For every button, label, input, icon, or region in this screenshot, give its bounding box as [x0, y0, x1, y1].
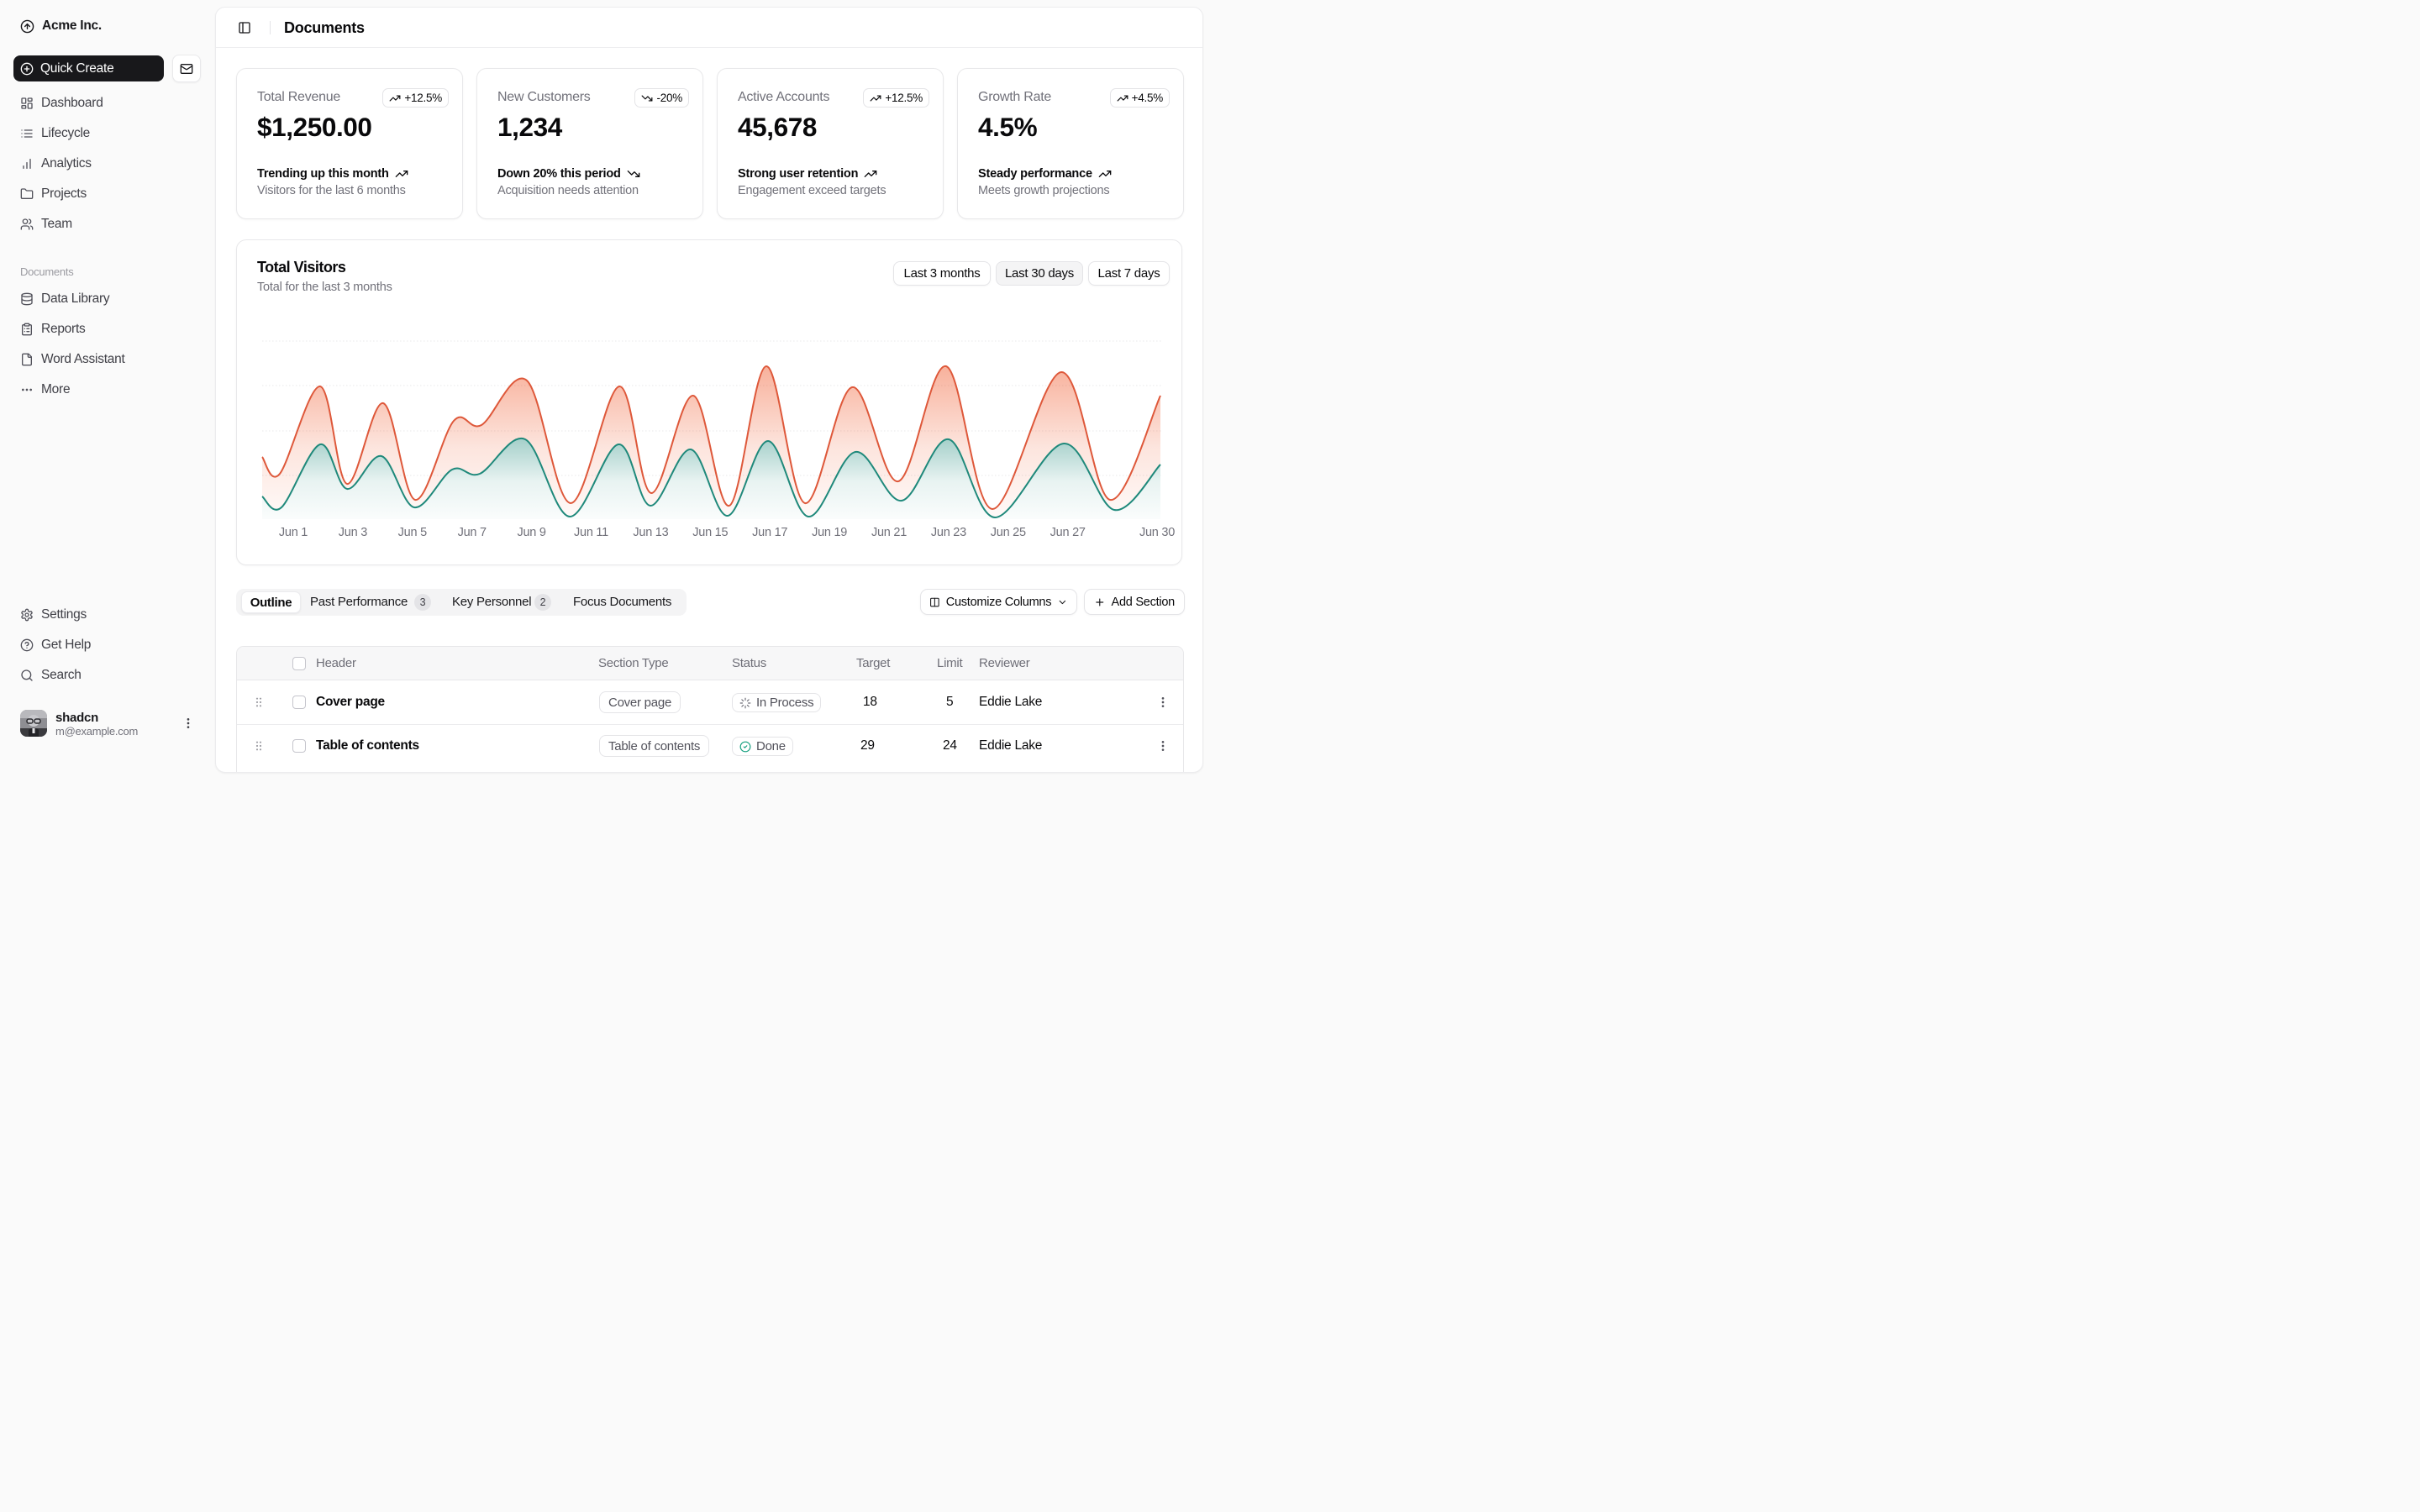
svg-text:Jun 13: Jun 13: [633, 526, 668, 539]
svg-text:Jun 27: Jun 27: [1050, 526, 1086, 539]
svg-text:Jun 23: Jun 23: [931, 526, 966, 539]
svg-text:Jun 25: Jun 25: [991, 526, 1026, 539]
svg-text:Jun 3: Jun 3: [339, 526, 367, 539]
svg-text:Jun 19: Jun 19: [812, 526, 847, 539]
svg-text:Jun 30: Jun 30: [1139, 526, 1175, 539]
svg-text:Jun 7: Jun 7: [458, 526, 487, 539]
svg-text:Jun 17: Jun 17: [752, 526, 787, 539]
svg-text:Jun 15: Jun 15: [692, 526, 728, 539]
svg-text:Jun 9: Jun 9: [517, 526, 545, 539]
svg-text:Jun 5: Jun 5: [398, 526, 427, 539]
svg-text:Jun 11: Jun 11: [574, 526, 608, 539]
svg-text:Jun 1: Jun 1: [279, 526, 308, 539]
svg-text:Jun 21: Jun 21: [871, 526, 907, 539]
